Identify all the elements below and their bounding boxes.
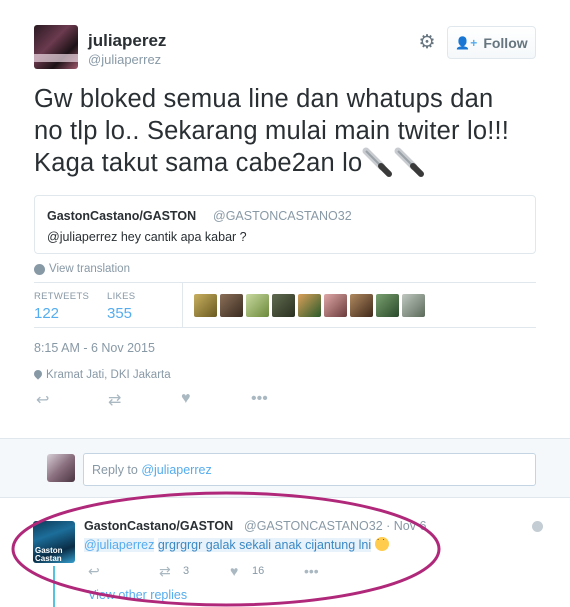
likes-count: 355: [107, 305, 133, 322]
like-icon[interactable]: ♥: [230, 563, 238, 579]
likes-stat[interactable]: LIKES 355: [107, 291, 135, 322]
tweet-text: Gw bloked semua line dan whatups dan no …: [34, 84, 544, 180]
liker-avatar[interactable]: [324, 294, 347, 317]
follow-label: Follow: [483, 34, 528, 51]
retweet-icon[interactable]: ⇄: [108, 390, 121, 410]
reply-text-body: grgrgrgr galak sekali anak cijantung lni: [157, 538, 372, 552]
reply-tweet: [0, 498, 570, 607]
liker-avatar[interactable]: [402, 294, 425, 317]
liker-avatar[interactable]: [272, 294, 295, 317]
reply-author-handle[interactable]: @GASTONCASTANO32 · Nov 6: [244, 519, 426, 533]
knife-icon: [362, 147, 394, 177]
liker-avatar[interactable]: [350, 294, 373, 317]
globe-icon: [34, 263, 45, 275]
retweet-icon[interactable]: ⇄: [159, 563, 171, 580]
liker-avatar[interactable]: [220, 294, 243, 317]
globe-icon: [532, 521, 543, 532]
liker-avatar[interactable]: [376, 294, 399, 317]
location-label: Kramat Jati, DKI Jakarta: [46, 369, 171, 381]
quoted-text: @juliaperrez hey cantik apa kabar ?: [47, 230, 247, 244]
tweet-card: juliaperez @juliaperrez ⚙ 👤+ Follow Gw b…: [0, 0, 570, 438]
quoted-author-name: GastonCastano/GASTON: [47, 209, 197, 223]
reply-text-mention[interactable]: @juliaperrez: [84, 538, 155, 552]
current-user-avatar: [47, 454, 75, 482]
tweet-text-line: Gw bloked semua line dan whatups dan: [34, 85, 494, 113]
tweet-text-line: Kaga takut sama cabe2an lo: [34, 149, 363, 177]
like-icon[interactable]: ♥: [181, 390, 191, 408]
knife-icon: [394, 147, 426, 177]
location-pin-icon: [34, 370, 42, 381]
reply-mention: @juliaperrez: [141, 463, 212, 477]
reply-text: @juliaperrez grgrgrgr galak sekali anak …: [84, 534, 389, 552]
liker-avatar[interactable]: [246, 294, 269, 317]
quoted-tweet[interactable]: GastonCastano/GASTON @GASTONCASTANO32 @j…: [34, 195, 536, 254]
reply-like-count: 16: [252, 565, 265, 577]
reply-icon[interactable]: ↩: [36, 390, 49, 410]
liker-avatar[interactable]: [194, 294, 217, 317]
retweets-stat[interactable]: RETWEETS 122: [34, 291, 89, 322]
tweet-text-line: no tlp lo.. Sekarang mulai main twiter l…: [34, 116, 510, 145]
retweets-label: RETWEETS: [34, 291, 90, 302]
reply-icon[interactable]: ↩: [88, 563, 100, 580]
author-fullname[interactable]: juliaperez: [88, 31, 166, 51]
reply-input[interactable]: Reply to @juliaperrez: [83, 453, 536, 486]
reply-author-avatar[interactable]: Gaston Castan: [33, 521, 75, 563]
stats-divider: [182, 283, 183, 327]
more-icon[interactable]: •••: [304, 563, 319, 579]
view-translation-label: View translation: [49, 263, 130, 275]
tweet-location[interactable]: Kramat Jati, DKI Jakarta: [34, 369, 171, 381]
author-username[interactable]: @juliaperrez: [88, 52, 161, 67]
more-icon[interactable]: •••: [251, 390, 268, 408]
gear-icon[interactable]: ⚙: [417, 33, 437, 53]
view-other-replies-link[interactable]: View other replies: [88, 588, 187, 602]
sad-face-emoji-icon: [374, 534, 389, 551]
liker-avatar[interactable]: [298, 294, 321, 317]
reply-avatar-text: Gaston Castan: [35, 546, 63, 563]
thread-line: [53, 566, 55, 607]
likes-label: LIKES: [107, 291, 136, 302]
add-user-icon: 👤+: [455, 35, 478, 50]
view-translation-link[interactable]: View translation: [34, 263, 130, 275]
retweets-count: 122: [34, 305, 60, 322]
author-avatar[interactable]: [34, 25, 78, 69]
quoted-author-handle: @GASTONCASTANO32: [213, 209, 352, 223]
tweet-stats: RETWEETS 122 LIKES 355: [34, 282, 536, 328]
reply-retweet-count: 3: [183, 565, 190, 577]
reply-composer: Reply to @juliaperrez: [0, 438, 570, 498]
tweet-text-line-3: Kaga takut sama cabe2an lo: [34, 147, 544, 180]
reply-prefix: Reply to: [92, 463, 142, 477]
tweet-timestamp[interactable]: 8:15 AM - 6 Nov 2015: [34, 341, 155, 355]
follow-button[interactable]: 👤+ Follow: [447, 26, 536, 59]
reply-author-name[interactable]: GastonCastano/GASTON: [84, 519, 233, 533]
likers-list: [194, 294, 425, 317]
